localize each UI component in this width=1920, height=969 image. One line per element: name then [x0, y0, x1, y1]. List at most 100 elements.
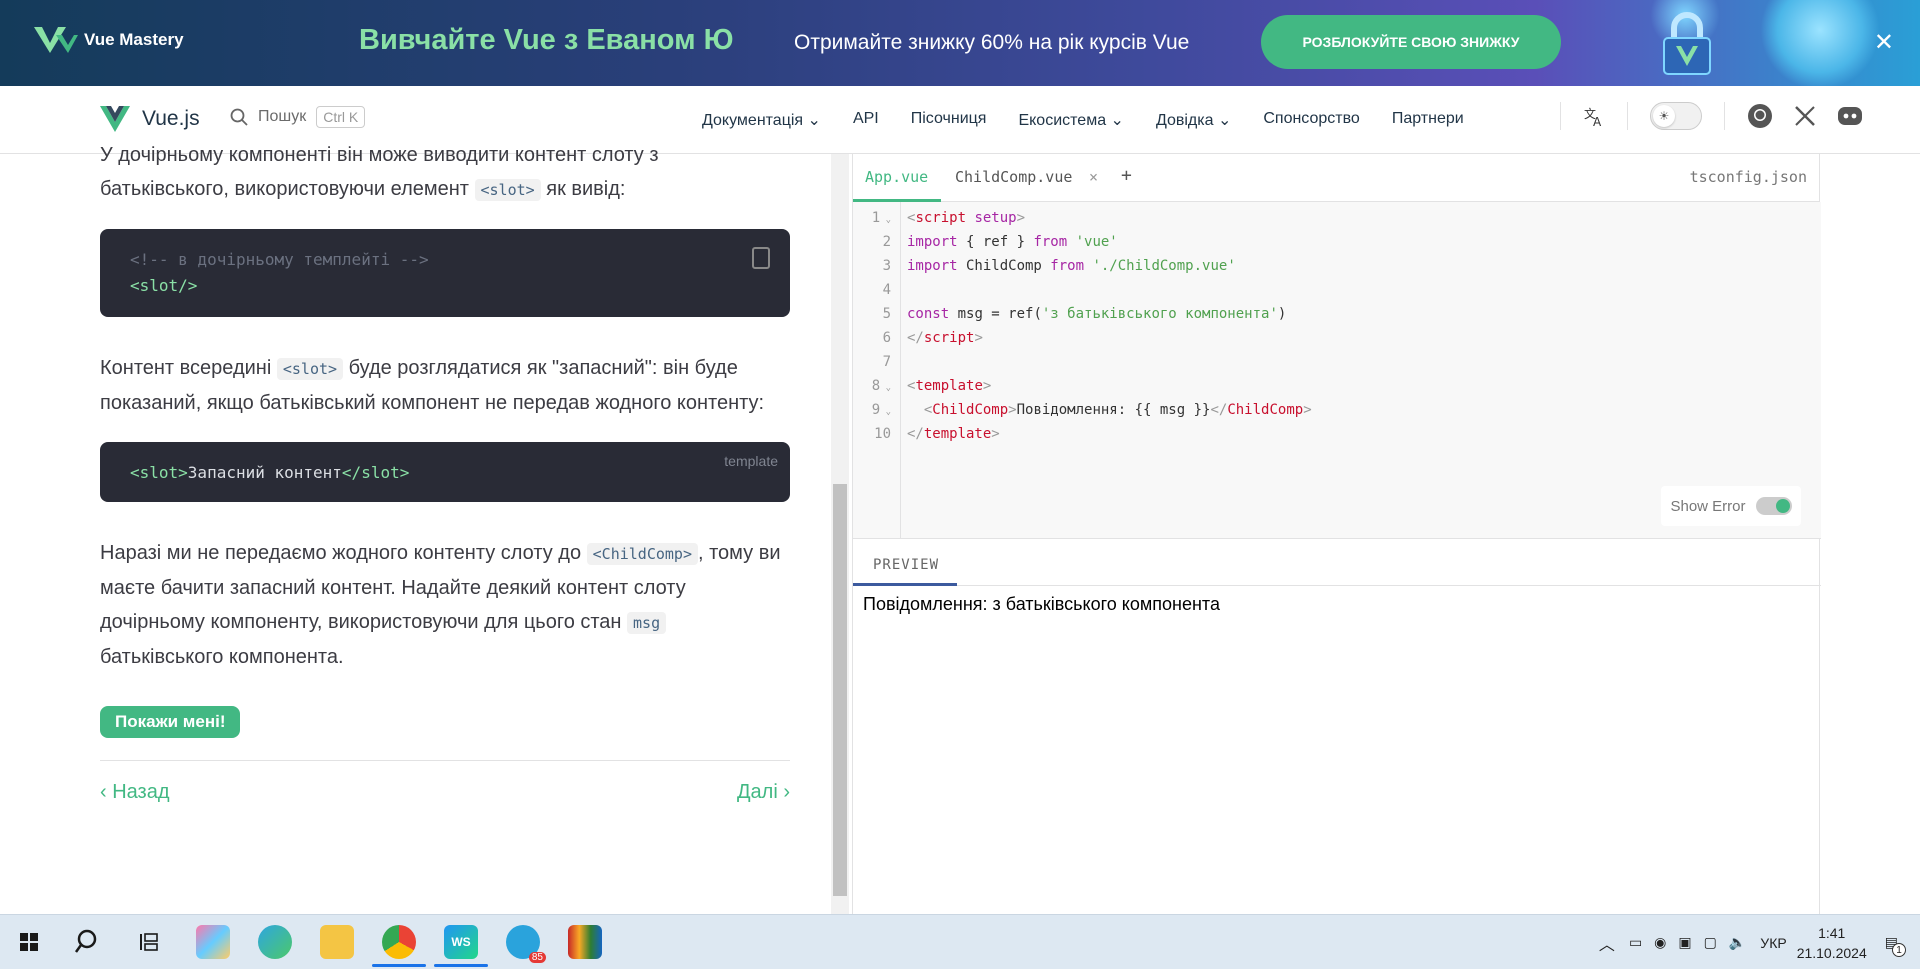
- translate-icon[interactable]: 文 A: [1583, 105, 1605, 127]
- paragraph-text: як вивід:: [540, 178, 626, 200]
- menu-docs[interactable]: Документація ⌄: [702, 110, 821, 130]
- show-me-button[interactable]: Покажи мені!: [100, 706, 241, 738]
- clock-time: 1:41: [1818, 924, 1846, 941]
- winrar-icon[interactable]: [568, 925, 602, 959]
- telegram-icon[interactable]: 85: [506, 925, 546, 963]
- line-number: 8 ⌄: [871, 378, 891, 394]
- meet-icon[interactable]: ◉: [1654, 934, 1666, 951]
- next-label: Далі: [737, 781, 778, 803]
- code-line: const msg = ref('з батьківського компоне…: [907, 306, 1287, 322]
- show-error-switch[interactable]: [1755, 497, 1792, 515]
- page-scrollbar[interactable]: [831, 154, 849, 914]
- telegram-badge: 85: [528, 952, 546, 963]
- paragraph-text: Контент всередині: [100, 357, 277, 379]
- line-gutter: [853, 202, 901, 538]
- menu-ecosystem[interactable]: Екосистема ⌄: [1018, 110, 1123, 130]
- x-twitter-icon[interactable]: [1793, 104, 1817, 128]
- chevron-up-icon[interactable]: ︿: [1599, 931, 1615, 955]
- inline-code: <slot>: [474, 179, 541, 201]
- file-explorer-icon[interactable]: [320, 925, 354, 959]
- paragraph-text: Наразі ми не передаємо жодного контенту …: [100, 542, 587, 564]
- edge-icon[interactable]: [258, 925, 292, 959]
- active-app-indicator: [372, 964, 426, 967]
- search-icon[interactable]: [72, 925, 106, 959]
- taskbar: WS 85 ︿ ▭ ◉ ▣ ▢ 🔈 УКР 1:41 21.10.2024 ▤ 1: [0, 914, 1920, 969]
- search-button[interactable]: Пошук Ctrl K: [230, 106, 366, 128]
- sun-icon: ☀: [1653, 105, 1675, 127]
- tab-app-vue[interactable]: App.vue: [865, 168, 928, 186]
- prev-link[interactable]: ‹ Назад: [100, 775, 170, 809]
- theme-toggle[interactable]: ☀: [1650, 102, 1702, 130]
- inline-code: <slot>: [276, 358, 344, 380]
- show-error-toggle[interactable]: Show Error: [1661, 486, 1801, 526]
- menu-partners[interactable]: Партнери: [1392, 110, 1464, 130]
- clock-date: 21.10.2024: [1796, 944, 1867, 961]
- webstorm-icon[interactable]: WS: [444, 925, 478, 959]
- chrome-icon[interactable]: [382, 925, 416, 959]
- menu-playground[interactable]: Пісочниця: [911, 110, 987, 130]
- line-number: 7: [882, 354, 891, 370]
- code-line: </template>: [907, 426, 1000, 442]
- tutorial-content: У дочірньому компоненті він може виводит…: [100, 140, 790, 809]
- network-icon[interactable]: ▣: [1678, 934, 1691, 951]
- line-number: 2: [882, 234, 891, 250]
- code-editor: App.vue ChildComp.vue × + tsconfig.json …: [852, 154, 1821, 914]
- code-line: </script>: [907, 330, 983, 346]
- copilot-icon[interactable]: [196, 925, 230, 959]
- language-indicator[interactable]: УКР: [1760, 935, 1786, 951]
- add-tab-icon[interactable]: +: [1121, 165, 1132, 186]
- line-number: 6: [882, 330, 891, 346]
- code-text: Запасний контент: [187, 463, 342, 482]
- paragraph: Контент всередині <slot> буде розглядати…: [100, 351, 790, 420]
- menu-about[interactable]: Довідка ⌄: [1156, 110, 1231, 130]
- scrollbar-thumb[interactable]: [833, 484, 847, 896]
- banner-subtext: Отримайте знижку 60% на рік курсів Vue: [794, 31, 1190, 54]
- code-line: <ChildComp>Повідомлення: {{ msg }}</Chil…: [923, 402, 1312, 418]
- vue-logo-icon: [100, 106, 130, 132]
- divider: [1724, 102, 1725, 130]
- unlock-discount-button[interactable]: РОЗБЛОКУЙТЕ СВОЮ ЗНИЖКУ: [1261, 15, 1561, 69]
- code-comment: <!-- в дочірньому темплейті -->: [130, 250, 429, 269]
- code-block: <!-- в дочірньому темплейті --> <slot/>: [100, 229, 790, 317]
- volume-icon[interactable]: 🔈: [1729, 934, 1746, 951]
- next-link[interactable]: Далі ›: [737, 775, 790, 809]
- paragraph-text: батьківського компонента.: [100, 646, 344, 668]
- code-tag: <slot>: [130, 463, 188, 482]
- code-line: import ChildComp from './ChildComp.vue': [907, 258, 1236, 274]
- discord-icon[interactable]: [1837, 105, 1863, 127]
- task-view-icon[interactable]: [132, 925, 166, 959]
- menu-api[interactable]: API: [853, 110, 879, 130]
- copy-icon[interactable]: [752, 247, 770, 269]
- clock[interactable]: 1:41 21.10.2024: [1797, 923, 1867, 963]
- show-error-label: Show Error: [1670, 497, 1746, 515]
- notification-badge: 1: [1892, 943, 1906, 957]
- svg-text:A: A: [1593, 115, 1602, 127]
- search-label: Пошук: [258, 108, 307, 125]
- banner-glow: [1760, 0, 1880, 86]
- menu-sponsor[interactable]: Спонсорство: [1263, 110, 1359, 130]
- github-icon[interactable]: [1747, 103, 1773, 129]
- code-line: <slot/>: [130, 276, 198, 295]
- line-number: 10: [874, 426, 891, 442]
- line-number: 4: [882, 282, 891, 298]
- tab-childcomp-vue[interactable]: ChildComp.vue: [955, 168, 1072, 186]
- battery-icon[interactable]: ▭: [1629, 934, 1642, 951]
- close-tab-icon[interactable]: ×: [1089, 168, 1098, 186]
- vue-logo-link[interactable]: Vue.js: [100, 106, 200, 132]
- tab-tsconfig[interactable]: tsconfig.json: [1690, 168, 1807, 186]
- code-area[interactable]: 1 ⌄ 2 3 4 5 6 7 8 ⌄ 9 ⌄ 10 <script setup…: [853, 202, 1821, 538]
- banner-headline: Вивчайте Vue з Еваном Ю: [359, 24, 734, 56]
- close-banner-icon[interactable]: ✕: [1874, 28, 1894, 57]
- tab-preview[interactable]: PREVIEW: [873, 557, 939, 573]
- divider: [1560, 102, 1561, 130]
- search-icon: [230, 108, 248, 126]
- windows-start-icon[interactable]: [12, 925, 46, 959]
- code-block: template <slot>Запасний контент</slot>: [100, 442, 790, 502]
- notifications-icon[interactable]: ▤ 1: [1885, 934, 1906, 957]
- prev-label: Назад: [112, 781, 170, 803]
- editor-tabs: App.vue ChildComp.vue × + tsconfig.json: [853, 154, 1819, 202]
- inline-code: msg: [627, 612, 667, 634]
- display-icon[interactable]: ▢: [1704, 934, 1717, 951]
- vue-mastery-logo[interactable]: Vue Mastery: [34, 27, 184, 53]
- switch-knob: [1775, 499, 1790, 513]
